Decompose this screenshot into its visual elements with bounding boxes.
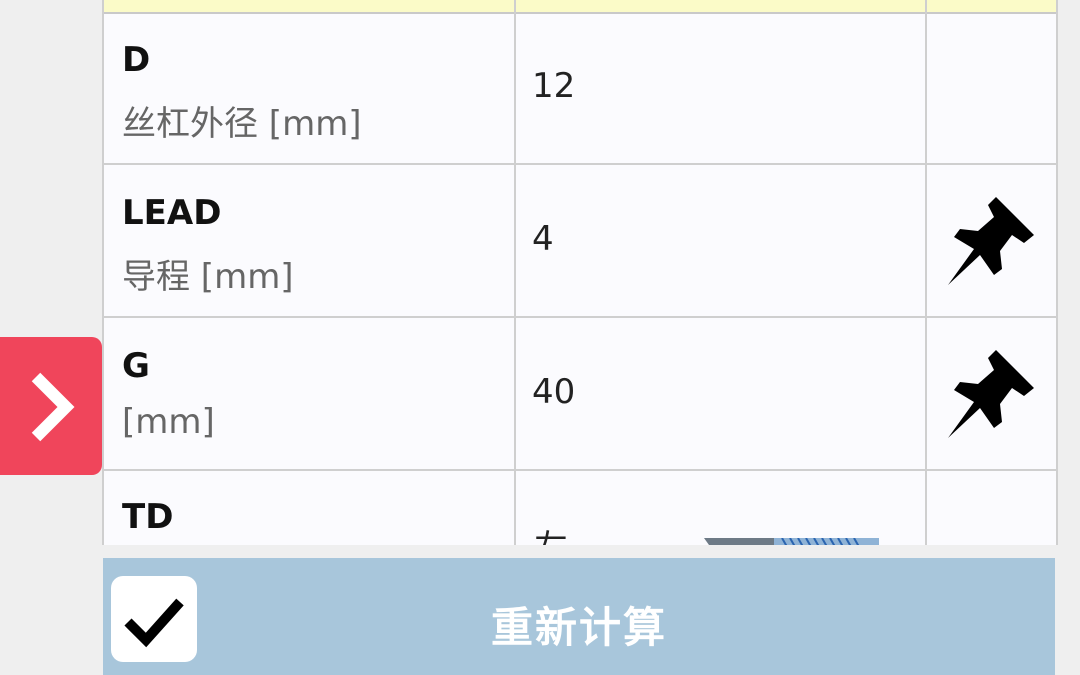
recalculate-label: 重新计算 [490,603,667,652]
param-name: D [122,40,151,80]
param-name: TD [122,497,174,537]
screen: D 丝杠外径 [mm] 12 LEAD 导程 [mm] 4 G [mm] 40 … [0,0,1080,675]
param-description: 丝杠外径 [mm] [122,104,362,144]
table-row-d[interactable]: D 丝杠外径 [mm] 12 [104,12,1056,165]
param-name: LEAD [122,193,222,233]
chevron-right-icon [31,372,75,442]
param-description: 导程 [mm] [122,257,294,297]
param-value-field[interactable]: 左 [534,520,568,545]
param-value-field[interactable]: 4 [532,219,554,259]
side-panel-toggle-button[interactable] [0,337,102,475]
recalculate-button[interactable]: 重新计算 [103,558,1055,675]
param-name: G [122,346,150,386]
table-row-td[interactable]: TD [104,471,1056,545]
param-value-field[interactable]: 40 [532,372,575,412]
lead-screw-image [704,538,879,545]
pushpin-icon[interactable] [944,193,1040,289]
table-row-lead[interactable]: LEAD 导程 [mm] 4 [104,165,1056,318]
param-description: [mm] [122,402,215,442]
pushpin-icon[interactable] [944,346,1040,442]
parameter-table: D 丝杠外径 [mm] 12 LEAD 导程 [mm] 4 G [mm] 40 … [102,0,1058,545]
param-value-field[interactable]: 12 [532,66,575,106]
table-row-g[interactable]: G [mm] 40 [104,318,1056,471]
